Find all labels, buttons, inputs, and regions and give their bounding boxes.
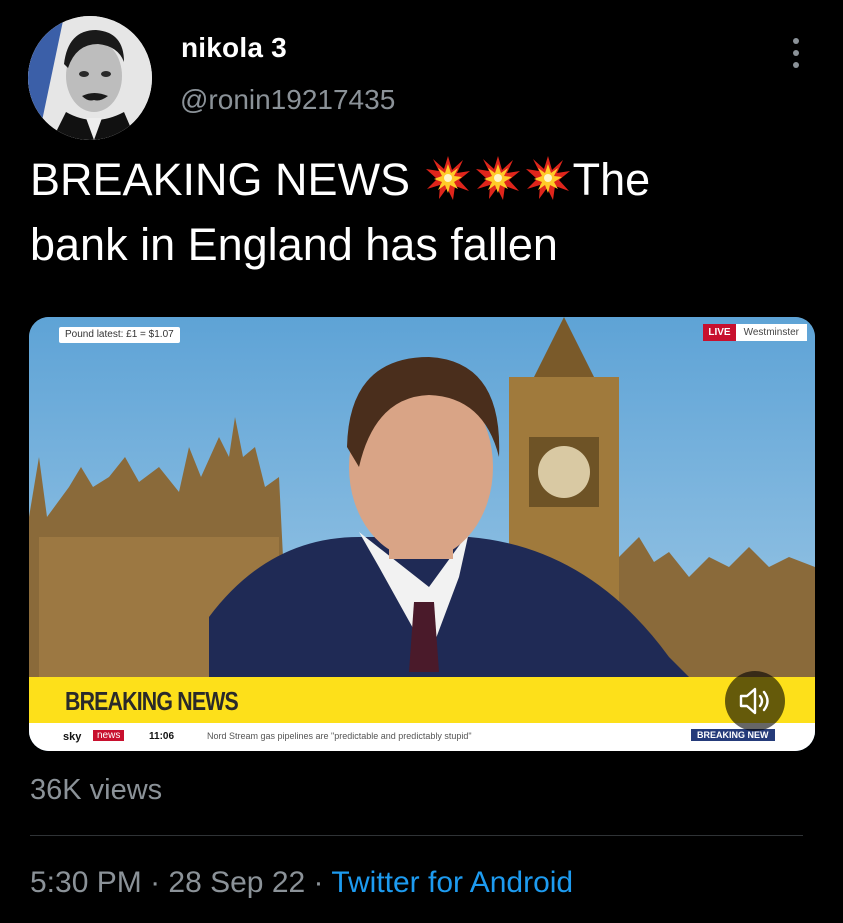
tweet-time[interactable]: 5:30 PM <box>30 866 142 899</box>
avatar[interactable] <box>28 16 152 140</box>
video-player[interactable]: Pound latest: £1 = $1.07 LIVE Westminste… <box>29 317 815 751</box>
tweet-text-line2: bank in England has fallen <box>30 219 558 270</box>
unmute-button[interactable] <box>725 671 785 731</box>
meta-separator: · <box>141 866 169 899</box>
sky-logo: sky <box>63 731 82 743</box>
breaking-news-banner: BREAKING NEWS <box>29 677 815 723</box>
divider <box>30 835 803 836</box>
more-options-icon[interactable] <box>783 36 809 70</box>
more-dot <box>793 38 799 44</box>
source-link[interactable]: Twitter for Android <box>331 866 573 899</box>
ticker-text: Nord Stream gas pipelines are "predictab… <box>207 731 472 741</box>
tweet-meta: 5:30 PM · 28 Sep 22 · Twitter for Androi… <box>30 866 573 900</box>
collision-icon <box>525 153 571 200</box>
pound-rate-tag: Pound latest: £1 = $1.07 <box>59 327 180 343</box>
more-dot <box>793 50 799 56</box>
ticker-clock: 11:06 <box>149 731 175 742</box>
view-count: 36K views <box>30 774 163 806</box>
speaker-icon <box>739 687 769 715</box>
tweet-date[interactable]: 28 Sep 22 <box>168 866 305 899</box>
live-tag: LIVE Westminster <box>703 324 807 341</box>
tweet-text-lead: BREAKING NEWS <box>30 154 411 205</box>
collision-icon <box>475 153 521 200</box>
news-ticker: sky news 11:06 Nord Stream gas pipelines… <box>29 723 815 751</box>
collision-icon <box>425 153 471 200</box>
ticker-end-label: BREAKING NEW <box>691 729 775 741</box>
meta-separator: · <box>305 866 332 899</box>
tweet-text-after-emoji: The <box>572 154 651 205</box>
avatar-portrait <box>28 16 152 140</box>
tweet-text: BREAKING NEWS The bank in England has fal… <box>30 147 820 277</box>
live-badge: LIVE <box>703 324 736 341</box>
news-logo: news <box>93 730 125 741</box>
banner-text: BREAKING NEWS <box>65 686 239 716</box>
display-name[interactable]: nikola 3 <box>181 32 287 64</box>
user-handle[interactable]: @ronin19217435 <box>180 84 395 116</box>
location-label: Westminster <box>735 324 807 341</box>
more-dot <box>793 62 799 68</box>
